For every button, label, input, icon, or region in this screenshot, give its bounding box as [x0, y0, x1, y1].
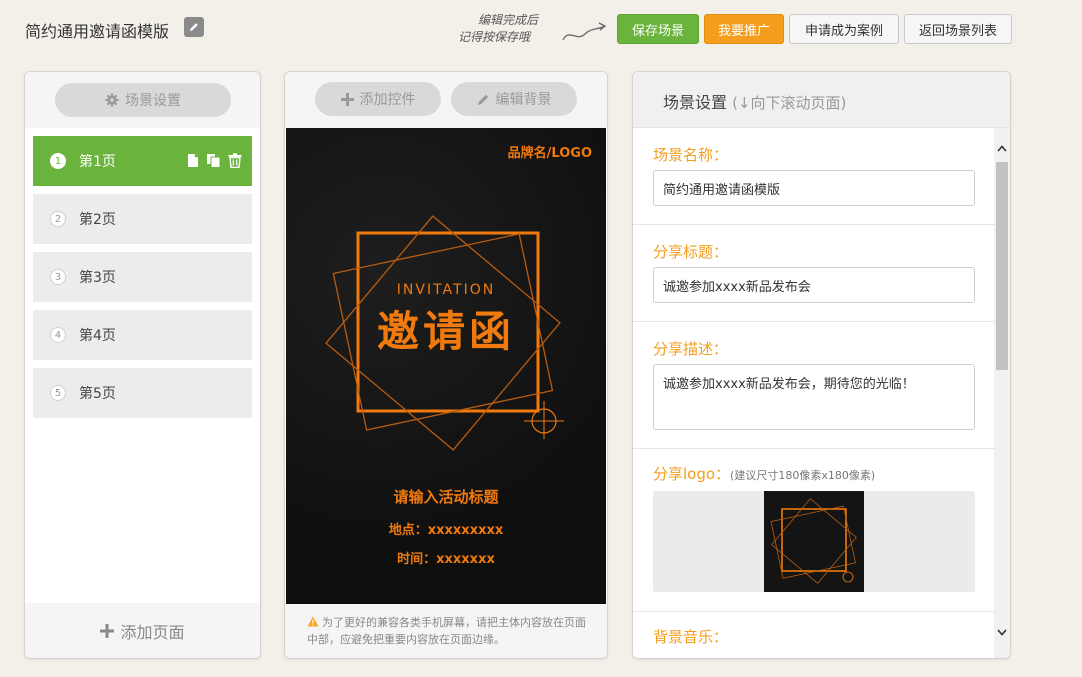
share-logo-size-note: (建议尺寸180像素x180像素) [730, 469, 876, 482]
share-logo-label: 分享logo： [653, 465, 731, 483]
bg-music-label: 背景音乐： [653, 628, 729, 646]
pages-panel: 场景设置 1 第1页 2 第2页 3 第3页 4 第4页 5 第5页 添加页面 [24, 71, 261, 659]
add-control-label: 添加控件 [359, 92, 416, 108]
scroll-down-icon[interactable] [994, 624, 1010, 640]
share-logo-label-wrap: 分享logo：(建议尺寸180像素x180像素) [653, 463, 875, 484]
page-icon[interactable] [187, 153, 199, 172]
page-item-4[interactable]: 4 第4页 [33, 310, 252, 360]
scene-title: 简约通用邀请函模版 [25, 22, 170, 41]
add-control-button[interactable]: 添加控件 [315, 82, 441, 116]
page-item-2[interactable]: 2 第2页 [33, 194, 252, 244]
share-title-field: 分享标题： [633, 225, 995, 322]
page-item-5[interactable]: 5 第5页 [33, 368, 252, 418]
bg-music-field: 背景音乐： [633, 612, 995, 658]
back-to-list-button[interactable]: 返回场景列表 [904, 14, 1012, 44]
page-label: 第4页 [79, 328, 116, 344]
invitation-en-text[interactable]: INVITATION [286, 282, 606, 298]
compatibility-note: 为了更好的兼容各类手机屏幕，请把主体内容放在页面中部，应避免把重要内容放在页面边… [285, 604, 607, 658]
warning-icon [307, 616, 319, 627]
scroll-up-icon[interactable] [994, 140, 1010, 156]
add-page-label: 添加页面 [120, 622, 185, 642]
page-label: 第3页 [79, 270, 116, 286]
pencil-icon [190, 23, 198, 31]
scroll-thumb[interactable] [996, 162, 1008, 370]
settings-form[interactable]: 场景名称： 分享标题： 分享描述： 诚邀参加xxxx新品发布会，期待您的光临！ … [633, 128, 995, 658]
page-actions [187, 153, 242, 172]
page-number: 2 [50, 211, 66, 227]
edit-title-button[interactable] [184, 17, 204, 37]
edit-background-label: 编辑背景 [495, 92, 552, 108]
page-label: 第1页 [79, 154, 116, 170]
settings-header: 场景设置 (↓向下滚动页面) [633, 72, 1010, 128]
scene-settings-label: 场景设置 [125, 93, 181, 109]
page-number: 3 [50, 269, 66, 285]
scene-name-input[interactable] [653, 170, 975, 206]
apply-case-button[interactable]: 申请成为案例 [789, 14, 899, 44]
top-bar: 简约通用邀请函模版 编辑完成后 记得按保存哦 保存场景 我要推广 申请成为案例 … [0, 0, 1082, 60]
save-reminder: 编辑完成后 记得按保存哦 [458, 12, 608, 48]
share-title-input[interactable] [653, 267, 975, 303]
editor-panel-header: 添加控件 编辑背景 [285, 72, 607, 128]
hint-line-1: 编辑完成后 [478, 13, 539, 27]
trash-icon[interactable] [228, 153, 242, 172]
phone-preview[interactable]: 品牌名/LOGO INVITATION 邀请函 请输入活动标题 地点：xxxxx… [286, 128, 606, 604]
plus-icon [340, 92, 354, 106]
page-item-1[interactable]: 1 第1页 [33, 136, 252, 186]
page-number: 5 [50, 385, 66, 401]
copy-icon[interactable] [206, 153, 221, 172]
edit-background-button[interactable]: 编辑背景 [451, 82, 577, 116]
settings-scrollbar[interactable] [994, 128, 1010, 658]
promote-button[interactable]: 我要推广 [704, 14, 784, 44]
scene-name-field: 场景名称： [633, 128, 995, 225]
event-location-text[interactable]: 地点：xxxxxxxxx [286, 519, 606, 538]
brand-logo-text[interactable]: 品牌名/LOGO [508, 142, 592, 161]
share-logo-upload[interactable] [653, 491, 975, 592]
event-title-text[interactable]: 请输入活动标题 [286, 486, 606, 507]
settings-title: 场景设置 [663, 93, 728, 112]
share-description-label: 分享描述： [653, 340, 729, 358]
editor-panel: 添加控件 编辑背景 品牌名/LOGO INVITATION 邀请函 请输入活动标… [284, 71, 608, 659]
page-item-3[interactable]: 3 第3页 [33, 252, 252, 302]
settings-panel: 场景设置 (↓向下滚动页面) 场景名称： 分享标题： 分享描述： 诚邀参加xxx… [632, 71, 1011, 659]
arrow-icon [562, 22, 607, 41]
page-label: 第2页 [79, 212, 116, 228]
scene-name-label: 场景名称： [653, 146, 729, 164]
scene-settings-button[interactable]: 场景设置 [55, 83, 231, 117]
hint-line-2: 记得按保存哦 [458, 30, 531, 44]
page-label: 第5页 [79, 386, 116, 402]
share-title-label: 分享标题： [653, 243, 729, 261]
page-number: 4 [50, 327, 66, 343]
share-logo-field: 分享logo：(建议尺寸180像素x180像素) [633, 449, 995, 612]
event-time-text[interactable]: 时间：xxxxxxx [286, 548, 606, 567]
settings-subtitle: (↓向下滚动页面) [732, 94, 847, 112]
share-logo-image [764, 491, 864, 592]
invitation-cn-text[interactable]: 邀请函 [286, 298, 606, 359]
save-scene-button[interactable]: 保存场景 [617, 14, 699, 44]
plus-icon [100, 623, 115, 638]
page-number: 1 [50, 153, 66, 169]
share-description-input[interactable]: 诚邀参加xxxx新品发布会，期待您的光临！ [653, 364, 975, 430]
pencil-icon [477, 94, 488, 105]
pages-panel-header: 场景设置 [25, 72, 260, 128]
share-description-field: 分享描述： 诚邀参加xxxx新品发布会，期待您的光临！ [633, 322, 995, 449]
gear-icon [105, 93, 119, 107]
add-page-button[interactable]: 添加页面 [25, 603, 260, 658]
compatibility-note-text: 为了更好的兼容各类手机屏幕，请把主体内容放在页面中部，应避免把重要内容放在页面边… [307, 616, 586, 646]
